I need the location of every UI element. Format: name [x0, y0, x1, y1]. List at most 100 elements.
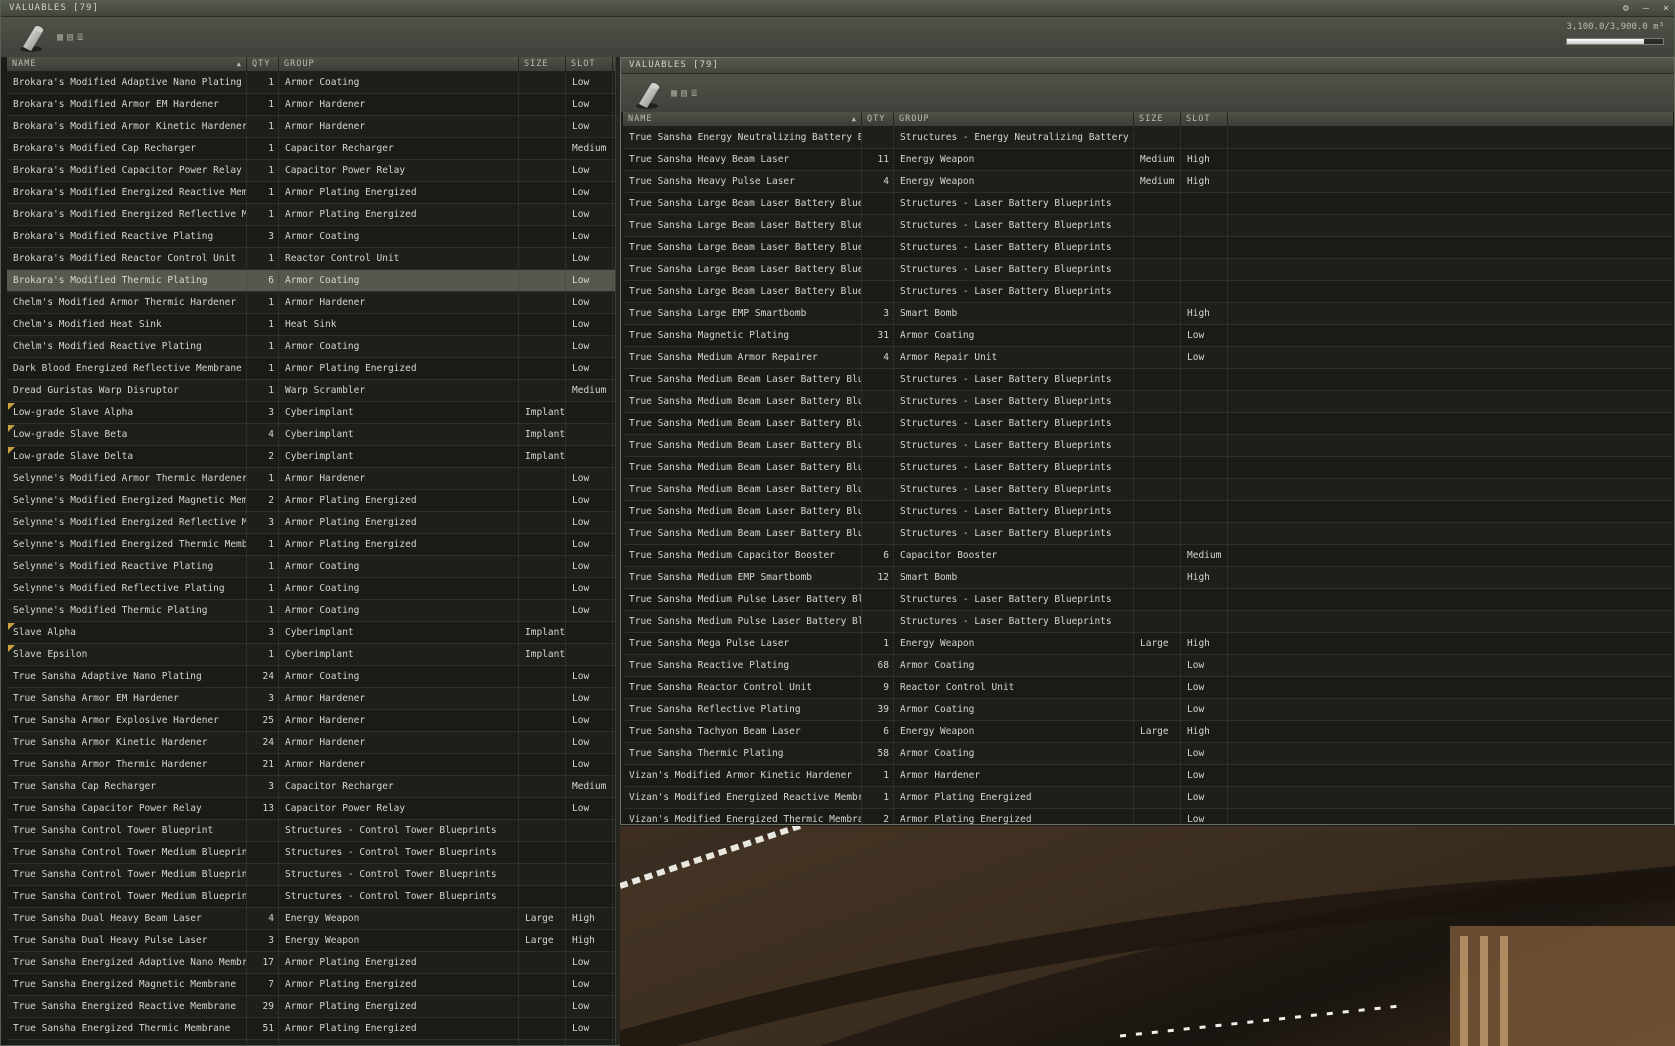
minimize-icon[interactable]: – — [1643, 3, 1650, 14]
inventory-row[interactable]: Selynne's Modified Reactive Plating 1 Armo… — [7, 556, 615, 578]
inventory-row[interactable]: Slave Epsilon 1 Cyberimplant Implant — [7, 644, 615, 666]
column-header-size[interactable]: SIZE — [1134, 112, 1181, 126]
inventory-row[interactable]: True Sansha Heavy Pulse Laser 4 Energy Wea… — [623, 171, 1673, 193]
column-header-name[interactable]: NAME ▲ — [7, 57, 247, 71]
inventory-row[interactable]: True Sansha Reactor Control Unit 9 Reactor… — [623, 677, 1673, 699]
inventory-row[interactable]: True Sansha Control Tower Medium Bluepri… — [7, 842, 615, 864]
inventory-row[interactable]: True Sansha Cap Recharger 3 Capacitor Rech… — [7, 776, 615, 798]
column-header-slot[interactable]: SLOT — [566, 57, 613, 71]
inventory-row[interactable]: True Sansha Armor Explosive Hardener 25 Ar… — [7, 710, 615, 732]
close-icon[interactable]: × — [1663, 3, 1670, 14]
inventory-row[interactable]: Brokara's Modified Armor EM Hardener 1 Arm… — [7, 94, 615, 116]
inventory-row[interactable]: True Sansha Reflective Plating 39 Armor Co… — [623, 699, 1673, 721]
inventory-row[interactable]: True Sansha Medium Beam Laser Battery Bl… — [623, 435, 1673, 457]
inventory-row[interactable]: True Sansha Energized Reactive Membrane 2… — [7, 996, 615, 1018]
window-titlebar[interactable]: VALUABLES [79] ⚙ – × — [1, 1, 1674, 17]
settings-icon[interactable]: ⚙ — [1623, 3, 1630, 14]
inventory-row[interactable]: True Sansha Medium Beam Laser Battery Bl… — [623, 523, 1673, 545]
inventory-row[interactable]: True Sansha Control Tower Medium Bluepri… — [7, 864, 615, 886]
inventory-row[interactable]: Slave Alpha 3 Cyberimplant Implant — [7, 622, 615, 644]
inventory-row[interactable]: True Sansha Armor Thermic Hardener 21 Armo… — [7, 754, 615, 776]
inventory-row[interactable]: True Sansha Large Beam Laser Battery Blu… — [623, 281, 1673, 303]
inventory-row[interactable]: True Sansha Mega Pulse Laser 1 Energy Weap… — [623, 633, 1673, 655]
list-view-icon[interactable]: ≣ — [691, 88, 699, 99]
inventory-row[interactable]: True Sansha Energy Neutralizing Battery … — [623, 127, 1673, 149]
item-size-cell: Large — [1134, 633, 1181, 654]
column-header-slot[interactable]: SLOT — [1181, 112, 1228, 126]
window-titlebar[interactable]: VALUABLES [79] — [621, 58, 1674, 74]
inventory-row[interactable]: True Sansha Control Tower Medium Bluepri… — [7, 886, 615, 908]
inventory-row[interactable]: Chelm's Modified Heat Sink 1 Heat Sink Low — [7, 314, 615, 336]
inventory-row[interactable]: Vizan's Modified Armor Kinetic Hardener 1… — [623, 765, 1673, 787]
space-viewport[interactable] — [620, 826, 1675, 1046]
inventory-row[interactable]: Selynne's Modified Reflective Plating 1 Ar… — [7, 578, 615, 600]
inventory-row[interactable]: Brokara's Modified Thermic Plating 6 Armor… — [7, 270, 615, 292]
inventory-row[interactable]: Brokara's Modified Capacitor Power Relay… — [7, 160, 615, 182]
inventory-row[interactable]: True Sansha Medium Beam Laser Battery Bl… — [623, 501, 1673, 523]
inventory-row[interactable]: True Sansha Tachyon Beam Laser 6 Energy We… — [623, 721, 1673, 743]
inventory-row[interactable]: Brokara's Modified Energized Reactive Me… — [7, 182, 615, 204]
inventory-row[interactable]: True Sansha Medium Beam Laser Battery Bl… — [623, 369, 1673, 391]
inventory-row[interactable]: True Sansha Energy Neutralizing Battery … — [7, 1040, 615, 1045]
inventory-row[interactable]: Selynne's Modified Energized Reflective … — [7, 512, 615, 534]
inventory-row[interactable]: Selynne's Modified Armor Thermic Hardene… — [7, 468, 615, 490]
inventory-row[interactable]: True Sansha Large EMP Smartbomb 3 Smart Bo… — [623, 303, 1673, 325]
inventory-row[interactable]: True Sansha Large Beam Laser Battery Blu… — [623, 237, 1673, 259]
inventory-row[interactable]: True Sansha Control Tower Blueprint Struc… — [7, 820, 615, 842]
inventory-row[interactable]: Selynne's Modified Energized Thermic Mem… — [7, 534, 615, 556]
inventory-row[interactable]: Chelm's Modified Reactive Plating 1 Armor … — [7, 336, 615, 358]
inventory-row[interactable]: True Sansha Dual Heavy Pulse Laser 3 Energ… — [7, 930, 615, 952]
details-view-icon[interactable]: ▤ — [67, 32, 75, 43]
inventory-row[interactable]: True Sansha Armor Kinetic Hardener 24 Armo… — [7, 732, 615, 754]
column-header-group[interactable]: GROUP — [894, 112, 1134, 126]
list-view-icon[interactable]: ≣ — [77, 32, 85, 43]
inventory-row[interactable]: Brokara's Modified Reactor Control Unit 1… — [7, 248, 615, 270]
inventory-row[interactable]: True Sansha Thermic Plating 58 Armor Coati… — [623, 743, 1673, 765]
inventory-row[interactable]: Selynne's Modified Energized Magnetic Me… — [7, 490, 615, 512]
inventory-row[interactable]: Low-grade Slave Delta 2 Cyberimplant Implan… — [7, 446, 615, 468]
inventory-row[interactable]: Low-grade Slave Beta 4 Cyberimplant Implant — [7, 424, 615, 446]
inventory-row[interactable]: Dark Blood Energized Reflective Membrane… — [7, 358, 615, 380]
inventory-row[interactable]: Brokara's Modified Cap Recharger 1 Capacit… — [7, 138, 615, 160]
column-header-group[interactable]: GROUP — [279, 57, 519, 71]
inventory-row[interactable]: True Sansha Heavy Beam Laser 11 Energy Wea… — [623, 149, 1673, 171]
icon-view-icon[interactable]: ▦ — [671, 88, 679, 99]
inventory-row[interactable]: True Sansha Medium Beam Laser Battery Bl… — [623, 413, 1673, 435]
inventory-row[interactable]: True Sansha Large Beam Laser Battery Blu… — [623, 259, 1673, 281]
inventory-row[interactable]: Brokara's Modified Reactive Plating 3 Armo… — [7, 226, 615, 248]
inventory-row[interactable]: True Sansha Medium Capacitor Booster 6 Cap… — [623, 545, 1673, 567]
inventory-row[interactable]: Selynne's Modified Thermic Plating 1 Armor… — [7, 600, 615, 622]
inventory-row[interactable]: Low-grade Slave Alpha 3 Cyberimplant Implan… — [7, 402, 615, 424]
column-header-size[interactable]: SIZE — [519, 57, 566, 71]
details-view-icon[interactable]: ▤ — [681, 88, 689, 99]
inventory-row[interactable]: True Sansha Capacitor Power Relay 13 Capac… — [7, 798, 615, 820]
icon-view-icon[interactable]: ▦ — [57, 32, 65, 43]
inventory-row[interactable]: True Sansha Medium Beam Laser Battery Bl… — [623, 457, 1673, 479]
inventory-row[interactable]: True Sansha Magnetic Plating 31 Armor Coat… — [623, 325, 1673, 347]
inventory-row[interactable]: True Sansha Large Beam Laser Battery Blu… — [623, 193, 1673, 215]
column-header-qty[interactable]: QTY — [862, 112, 894, 126]
inventory-row[interactable]: True Sansha Dual Heavy Beam Laser 4 Energy… — [7, 908, 615, 930]
inventory-row[interactable]: Vizan's Modified Energized Thermic Membr… — [623, 809, 1673, 824]
inventory-row[interactable]: Brokara's Modified Energized Reflective … — [7, 204, 615, 226]
inventory-row[interactable]: Vizan's Modified Energized Reactive Memb… — [623, 787, 1673, 809]
inventory-row[interactable]: True Sansha Energized Magnetic Membrane 7… — [7, 974, 615, 996]
inventory-row[interactable]: True Sansha Reactive Plating 68 Armor Coat… — [623, 655, 1673, 677]
inventory-row[interactable]: True Sansha Medium Armor Repairer 4 Armor … — [623, 347, 1673, 369]
inventory-row[interactable]: True Sansha Medium Pulse Laser Battery B… — [623, 611, 1673, 633]
column-header-name[interactable]: NAME ▲ — [623, 112, 862, 126]
inventory-row[interactable]: True Sansha Medium Beam Laser Battery Bl… — [623, 391, 1673, 413]
inventory-row[interactable]: Brokara's Modified Adaptive Nano Plating… — [7, 72, 615, 94]
inventory-row[interactable]: True Sansha Adaptive Nano Plating 24 Armor… — [7, 666, 615, 688]
inventory-row[interactable]: True Sansha Large Beam Laser Battery Blu… — [623, 215, 1673, 237]
inventory-row[interactable]: True Sansha Medium Beam Laser Battery Bl… — [623, 479, 1673, 501]
inventory-row[interactable]: Dread Guristas Warp Disruptor 1 Warp Scram… — [7, 380, 615, 402]
inventory-row[interactable]: True Sansha Medium Pulse Laser Battery B… — [623, 589, 1673, 611]
inventory-row[interactable]: True Sansha Energized Thermic Membrane 51… — [7, 1018, 615, 1040]
column-header-qty[interactable]: QTY — [247, 57, 279, 71]
inventory-row[interactable]: True Sansha Medium EMP Smartbomb 12 Smart … — [623, 567, 1673, 589]
inventory-row[interactable]: True Sansha Armor EM Hardener 3 Armor Hard… — [7, 688, 615, 710]
inventory-row[interactable]: Brokara's Modified Armor Kinetic Hardene… — [7, 116, 615, 138]
inventory-row[interactable]: True Sansha Energized Adaptive Nano Memb… — [7, 952, 615, 974]
inventory-row[interactable]: Chelm's Modified Armor Thermic Hardener 1… — [7, 292, 615, 314]
